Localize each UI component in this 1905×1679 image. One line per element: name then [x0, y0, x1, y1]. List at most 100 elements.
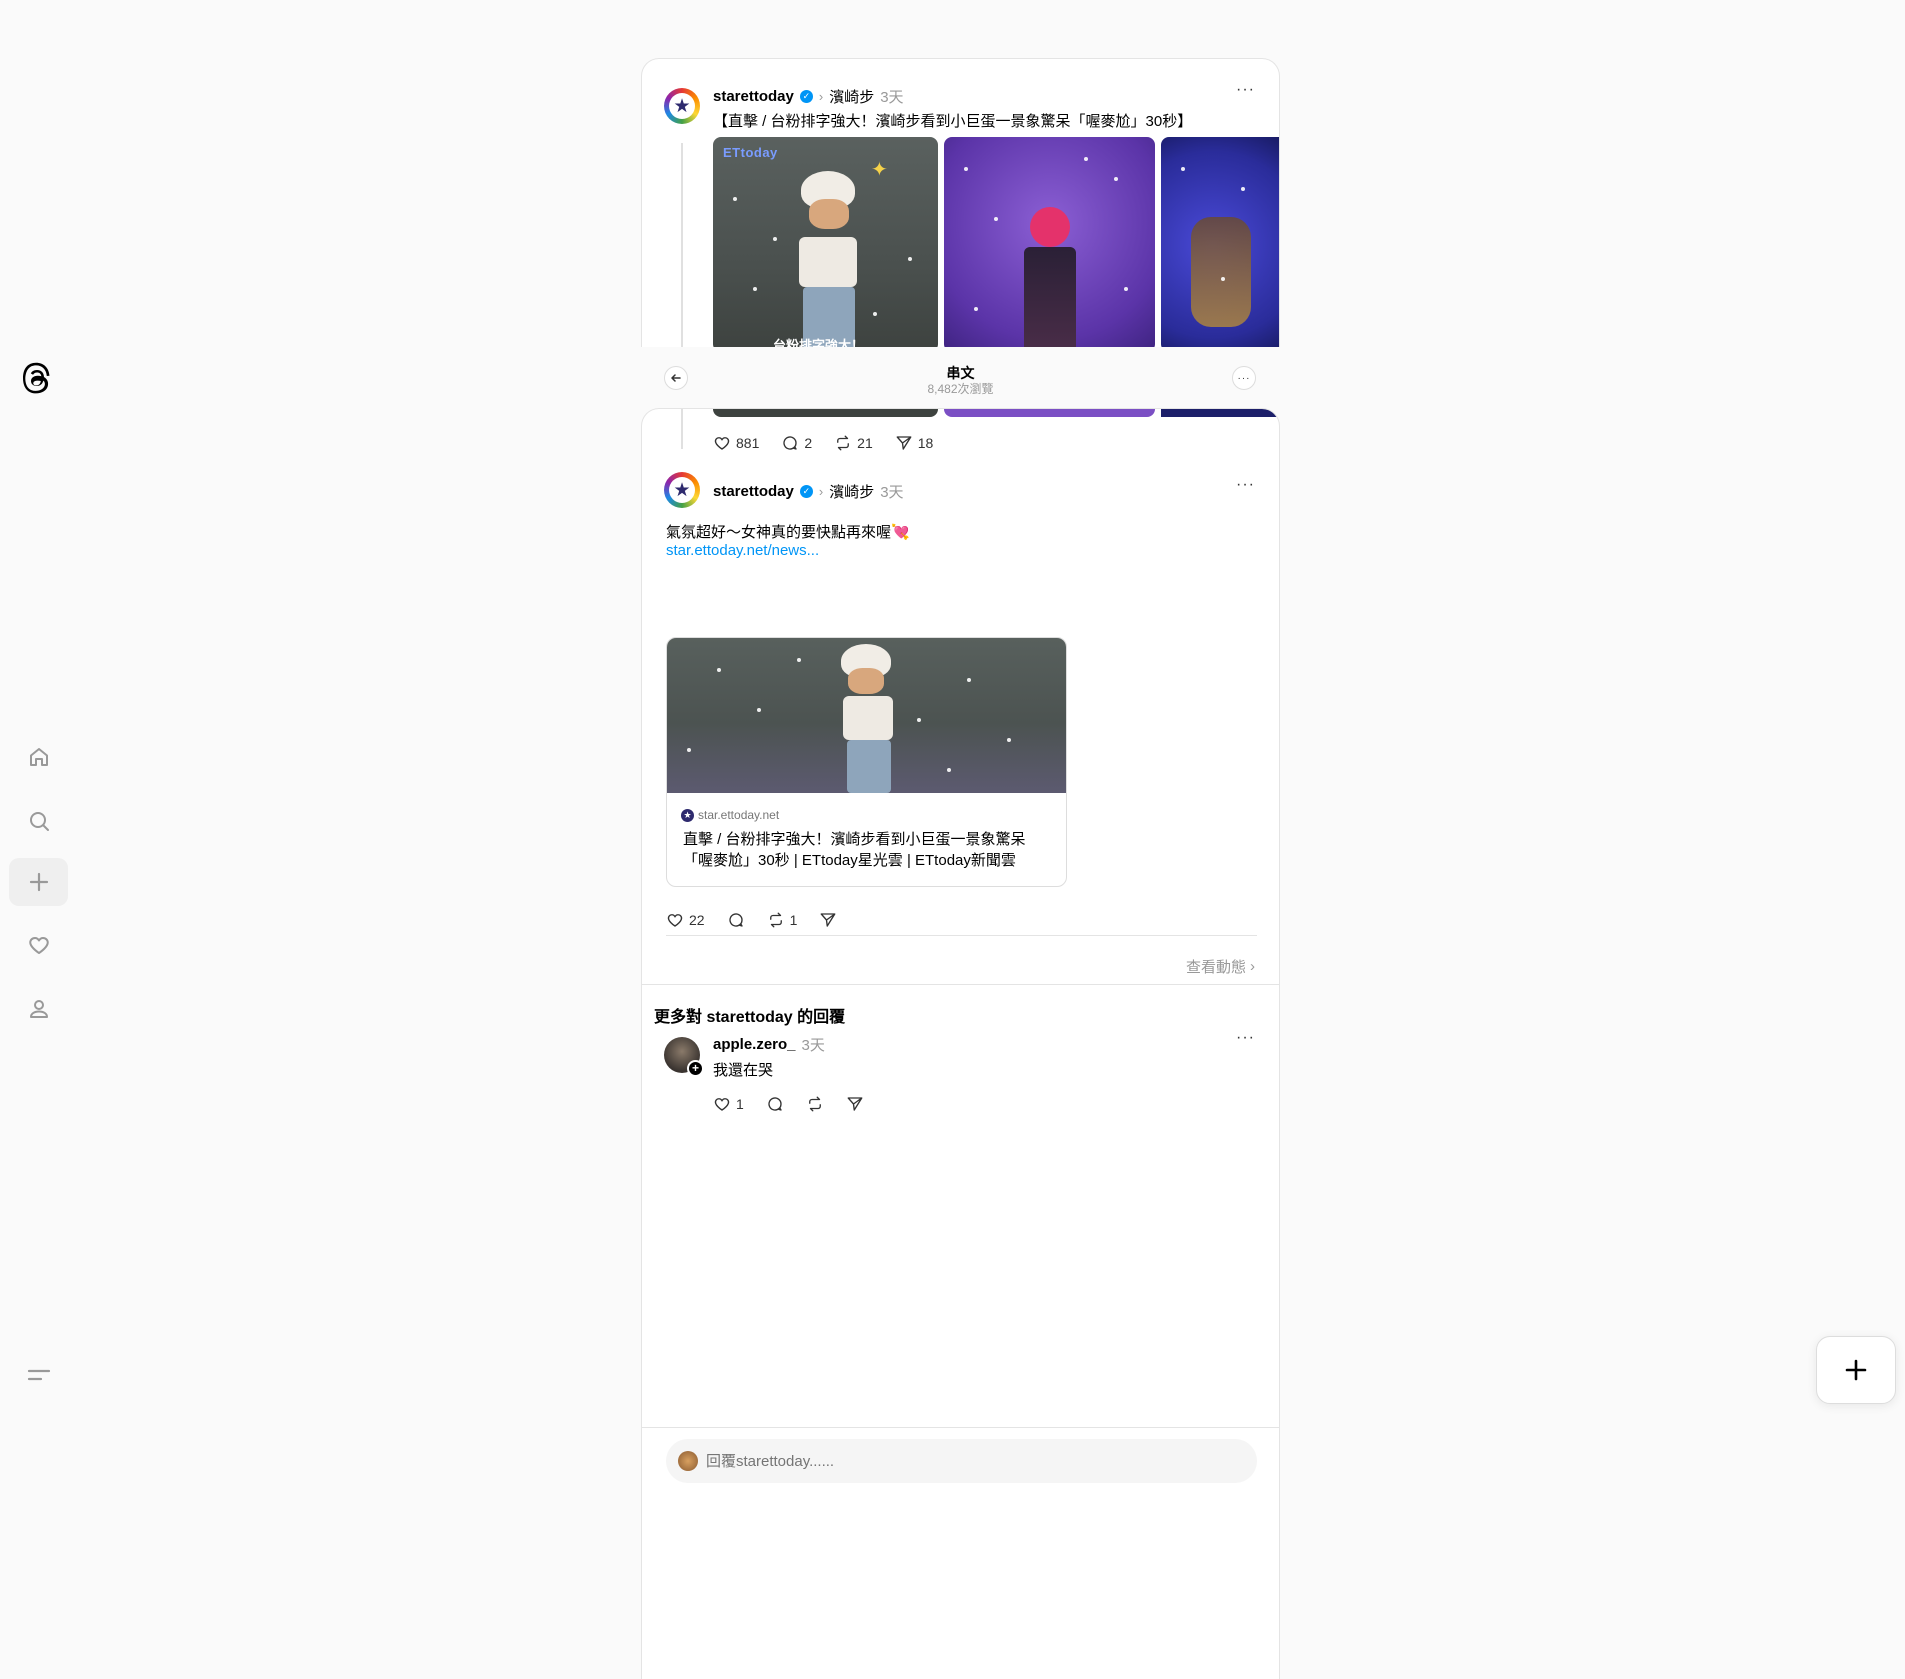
like-count: 881	[736, 435, 760, 451]
chevron-right-icon: ›	[818, 484, 824, 499]
repost-button[interactable]: 1	[767, 911, 798, 929]
floating-create-button[interactable]	[1816, 1336, 1896, 1404]
follow-plus-icon[interactable]: +	[687, 1060, 704, 1077]
repost-count: 1	[789, 912, 798, 928]
verified-badge-icon: ✓	[799, 90, 813, 103]
reply-time: 3天	[801, 1037, 825, 1054]
plus-icon	[1845, 1359, 1867, 1381]
more-options-icon[interactable]: ···	[1236, 476, 1255, 494]
left-rail	[0, 0, 76, 1679]
section-divider	[642, 984, 1279, 985]
composer-divider	[642, 1427, 1279, 1428]
reply-input[interactable]	[706, 1452, 1206, 1470]
reply-actions: 1	[713, 1095, 886, 1113]
repost-icon	[808, 1096, 821, 1112]
avatar[interactable]: +	[664, 1037, 704, 1077]
share-button[interactable]	[846, 1095, 864, 1113]
share-button[interactable]	[819, 911, 837, 929]
post-tag[interactable]: 濱崎步	[829, 481, 874, 502]
thread-connector-line	[681, 143, 683, 347]
more-replies-heading: 更多對 starettoday 的回覆	[654, 1009, 846, 1026]
repost-button[interactable]: 21	[834, 434, 873, 452]
divider	[666, 935, 1257, 936]
repost-icon	[837, 435, 850, 451]
comment-button[interactable]	[727, 911, 745, 929]
site-favicon-icon: ★	[681, 808, 694, 822]
search-icon	[29, 812, 49, 831]
comment-button[interactable]	[766, 1095, 784, 1113]
thread-card: 881 2 21 18 ★ starettoday ✓ › 濱崎步 3天 ···	[641, 408, 1280, 1679]
link-preview-image	[667, 638, 1066, 793]
send-icon	[896, 436, 912, 450]
header-more-button[interactable]: ···	[1232, 366, 1256, 390]
like-count: 1	[736, 1096, 744, 1112]
thread-column: ★ starettoday ✓ › 濱崎步 3天 ··· 【直擊 / 台粉排字強…	[641, 58, 1280, 1679]
reply-composer[interactable]	[666, 1439, 1257, 1483]
chevron-right-icon: ›	[1250, 958, 1255, 975]
send-icon	[820, 913, 836, 927]
post-tag[interactable]: 濱崎步	[829, 86, 874, 107]
comment-button[interactable]: 2	[781, 434, 812, 452]
heart-icon	[28, 937, 49, 954]
post-image-3[interactable]	[1161, 137, 1279, 347]
like-button[interactable]: 22	[666, 911, 705, 929]
send-icon	[847, 1097, 863, 1111]
view-activity-label: 查看動態	[1185, 959, 1246, 976]
heart-icon	[667, 914, 683, 927]
post-image-2[interactable]	[944, 137, 1155, 347]
avatar	[678, 1451, 698, 1471]
avatar[interactable]: ★	[664, 88, 700, 124]
post-username[interactable]: starettoday	[713, 88, 794, 105]
more-options-icon[interactable]: ···	[1236, 81, 1255, 99]
original-post-card: ★ starettoday ✓ › 濱崎步 3天 ··· 【直擊 / 台粉排字強…	[641, 58, 1280, 347]
nav-home-button[interactable]	[9, 733, 68, 781]
post-time: 3天	[880, 484, 904, 501]
post-username[interactable]: starettoday	[713, 483, 794, 500]
repost-count: 21	[857, 435, 873, 451]
view-activity-link[interactable]: 查看動態 ›	[1186, 956, 1255, 977]
thread-header: 串文 8,482次瀏覽 ···	[641, 347, 1280, 407]
heart-icon	[714, 437, 730, 450]
comment-icon	[728, 913, 743, 927]
like-button[interactable]: 1	[713, 1095, 744, 1113]
threads-logo-icon[interactable]	[21, 360, 53, 396]
nav-profile-button[interactable]	[9, 985, 68, 1033]
more-options-icon[interactable]: ···	[1236, 1029, 1255, 1047]
reply-post-actions: 22 1	[666, 911, 859, 929]
comment-icon	[783, 436, 798, 450]
more-options-icon: ···	[1237, 372, 1251, 384]
nav-create-button[interactable]	[9, 858, 68, 906]
post-text: 氣氛超好～女神真的要快點再來喔💘	[666, 524, 910, 541]
image-caption: 台粉排字強大！	[773, 338, 865, 347]
share-count: 18	[917, 435, 934, 451]
sparkle-icon: ✦	[871, 159, 888, 181]
post-link[interactable]: star.ettoday.net/news...	[666, 542, 819, 559]
post-image-1[interactable]: ETtoday ✦ 台粉排字強大！	[713, 137, 938, 347]
plus-icon	[29, 872, 48, 892]
repost-button[interactable]	[806, 1095, 824, 1113]
image-watermark: ETtoday	[723, 145, 778, 160]
link-title: 直擊 / 台粉排字強大！濱崎步看到小巨蛋一景象驚呆「喔麥尬」30秒 | ETto…	[683, 831, 1026, 869]
repost-icon	[769, 912, 782, 928]
share-button[interactable]: 18	[895, 434, 934, 452]
avatar[interactable]: ★	[664, 472, 700, 508]
like-button[interactable]: 881	[713, 434, 759, 452]
home-icon	[29, 748, 48, 766]
verified-badge-icon: ✓	[799, 485, 813, 498]
like-count: 22	[689, 912, 705, 928]
nav-search-button[interactable]	[9, 797, 68, 845]
link-domain: star.ettoday.net	[698, 808, 780, 822]
person-icon	[29, 1000, 48, 1018]
view-count: 8,482次瀏覽	[927, 382, 994, 396]
comment-count: 2	[804, 435, 813, 451]
post-time: 3天	[880, 89, 904, 106]
nav-activity-button[interactable]	[9, 921, 68, 969]
heart-icon	[714, 1098, 730, 1111]
reply-text: 我還在哭	[713, 1062, 774, 1079]
chevron-right-icon: ›	[818, 89, 824, 104]
link-preview-card[interactable]: ★ star.ettoday.net 直擊 / 台粉排字強大！濱崎步看到小巨蛋一…	[666, 637, 1067, 887]
original-post-actions: 881 2 21 18	[713, 434, 955, 452]
post-text: 【直擊 / 台粉排字強大！濱崎步看到小巨蛋一景象驚呆「喔麥尬」30秒】	[713, 113, 1193, 130]
reply-username[interactable]: apple.zero_	[713, 1036, 796, 1053]
menu-icon[interactable]	[26, 1362, 52, 1388]
